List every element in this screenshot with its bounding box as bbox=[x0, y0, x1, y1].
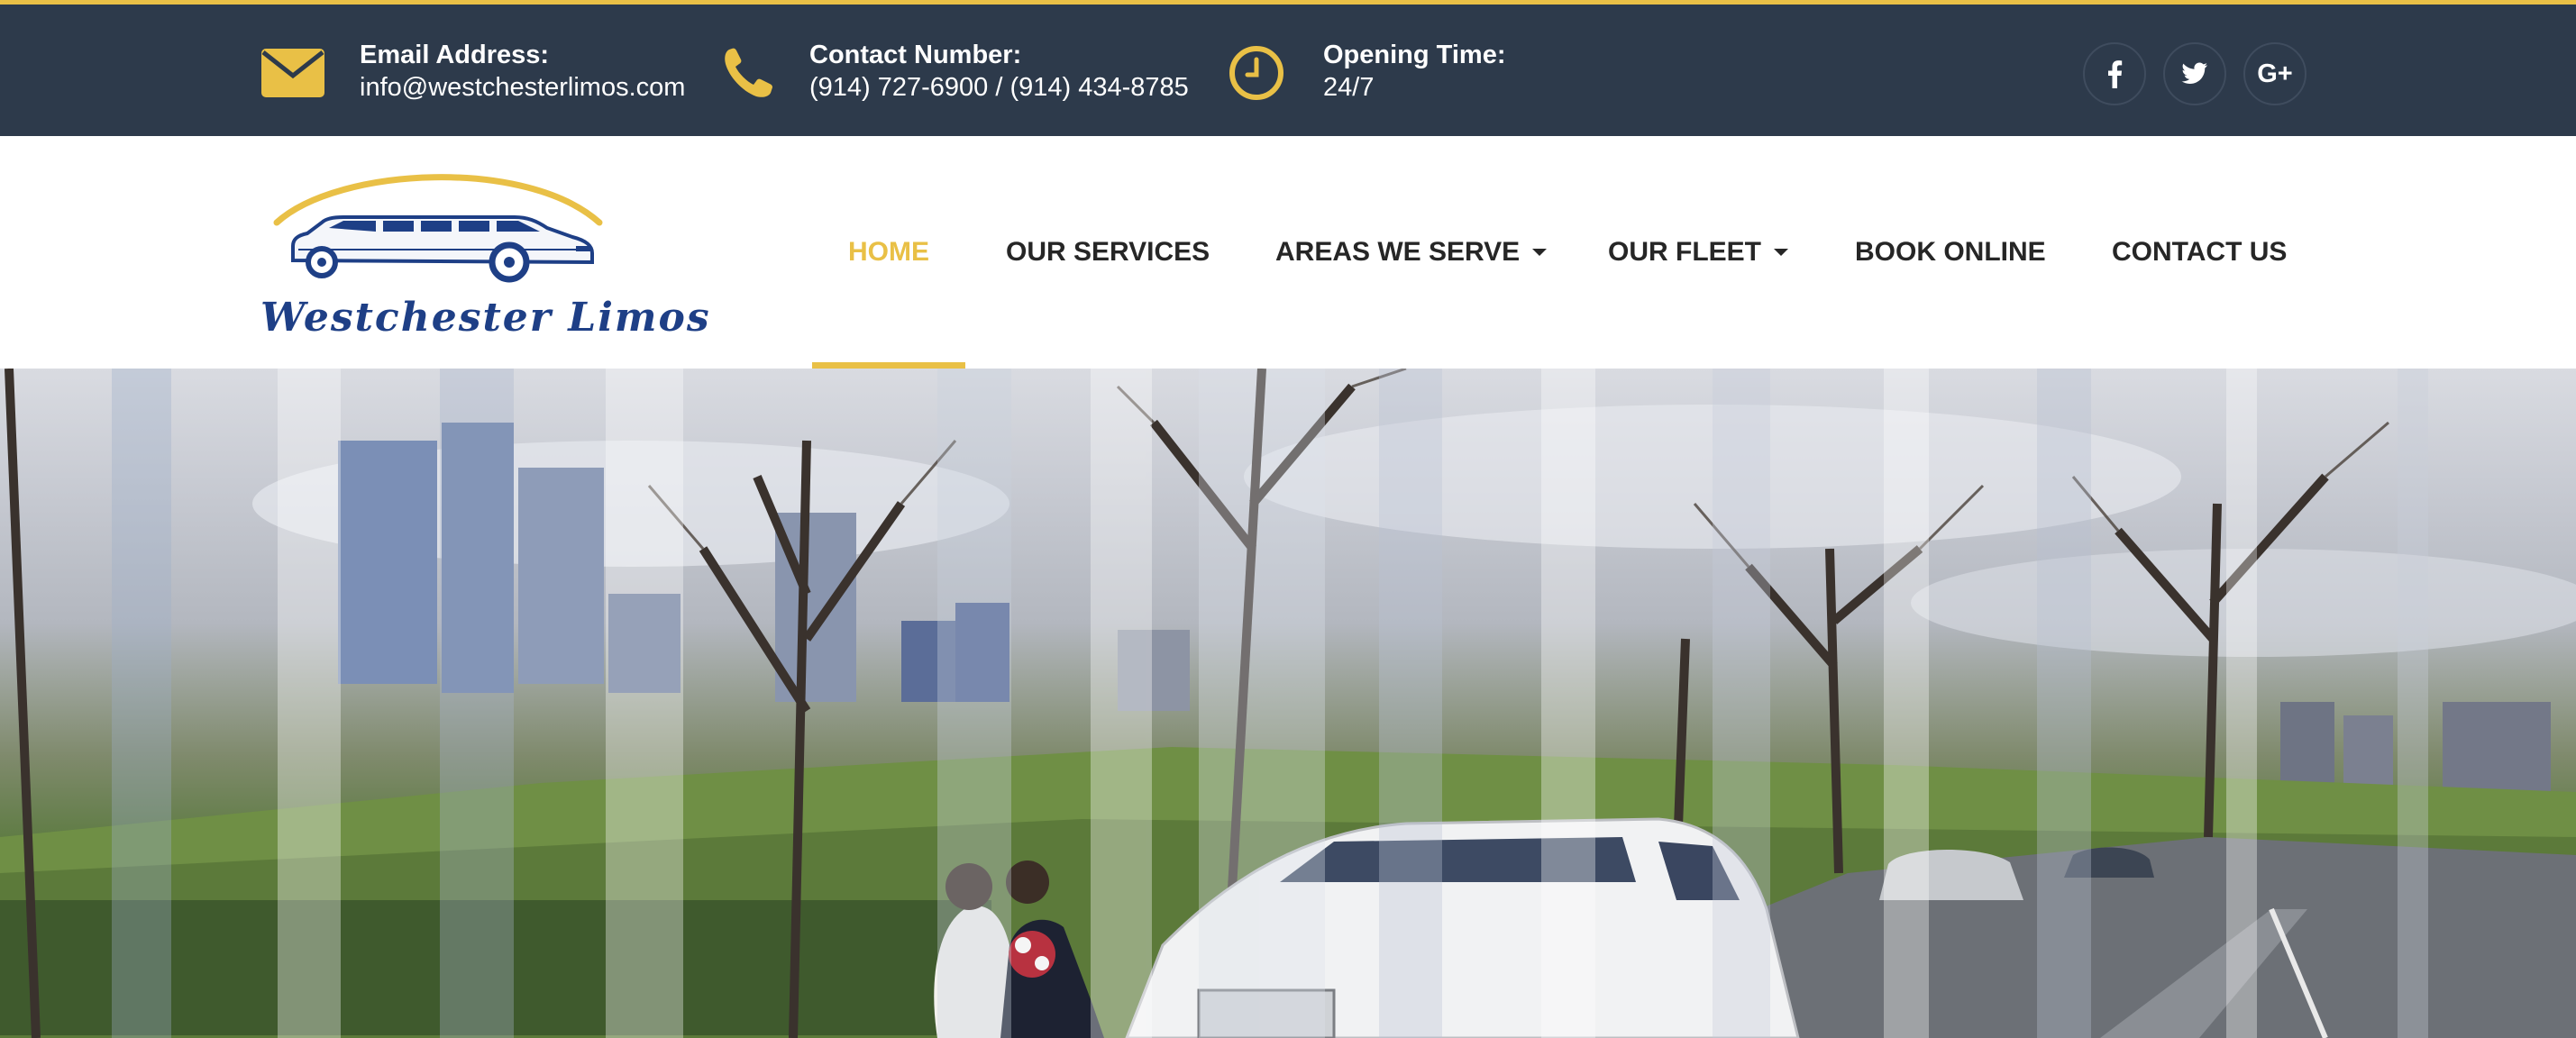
logo-wordmark: Westchester Limos bbox=[260, 295, 711, 341]
site-logo[interactable]: Westchester Limos bbox=[257, 159, 709, 349]
phone-info: Contact Number: (914) 727-6900 / (914) 4… bbox=[721, 39, 1189, 107]
email-info: Email Address: info@westchesterlimos.com bbox=[259, 39, 685, 107]
nav-home[interactable]: HOME bbox=[812, 136, 965, 369]
clock-icon bbox=[1228, 39, 1285, 107]
hero-slider-image bbox=[0, 369, 2576, 1038]
caret-down-icon bbox=[1532, 249, 1548, 256]
nav-our-fleet-label: OUR FLEET bbox=[1608, 237, 1761, 267]
hours-label: Opening Time: bbox=[1323, 41, 1506, 69]
nav-book-online[interactable]: BOOK ONLINE bbox=[1855, 136, 2046, 369]
nav-home-label: HOME bbox=[848, 237, 929, 267]
envelope-icon bbox=[259, 39, 327, 107]
phone-value[interactable]: (914) 727-6900 / (914) 434-8785 bbox=[809, 71, 1189, 104]
twitter-link[interactable] bbox=[2163, 42, 2226, 105]
google-plus-link[interactable]: G+ bbox=[2243, 42, 2307, 105]
nav-our-services-label: OUR SERVICES bbox=[1006, 237, 1210, 267]
email-value[interactable]: info@westchesterlimos.com bbox=[360, 71, 685, 104]
nav-contact-us-label: CONTACT US bbox=[2112, 237, 2288, 267]
phone-label: Contact Number: bbox=[809, 41, 1022, 69]
facebook-link[interactable] bbox=[2083, 42, 2146, 105]
caret-down-icon bbox=[1774, 249, 1788, 256]
twitter-icon bbox=[2181, 62, 2207, 84]
nav-our-services[interactable]: OUR SERVICES bbox=[1006, 136, 1210, 369]
limo-logo-icon bbox=[273, 174, 603, 283]
facebook-icon bbox=[2108, 60, 2123, 88]
phone-icon bbox=[721, 39, 775, 107]
google-plus-icon: G+ bbox=[2257, 59, 2293, 88]
email-label: Email Address: bbox=[360, 41, 550, 69]
nav-areas-we-serve[interactable]: AREAS WE SERVE bbox=[1275, 136, 1548, 369]
nav-areas-we-serve-label: AREAS WE SERVE bbox=[1275, 237, 1521, 267]
hero-photo-illustration bbox=[0, 369, 2576, 1038]
nav-our-fleet[interactable]: OUR FLEET bbox=[1608, 136, 1788, 369]
nav-book-online-label: BOOK ONLINE bbox=[1855, 237, 2046, 267]
site-header: Westchester Limos HOME OUR SERVICES AREA… bbox=[0, 136, 2576, 369]
hours-info: Opening Time: 24/7 bbox=[1228, 39, 1505, 107]
hours-value: 24/7 bbox=[1323, 73, 1375, 102]
top-info-bar: Email Address: info@westchesterlimos.com… bbox=[0, 0, 2576, 136]
nav-contact-us[interactable]: CONTACT US bbox=[2112, 136, 2328, 369]
